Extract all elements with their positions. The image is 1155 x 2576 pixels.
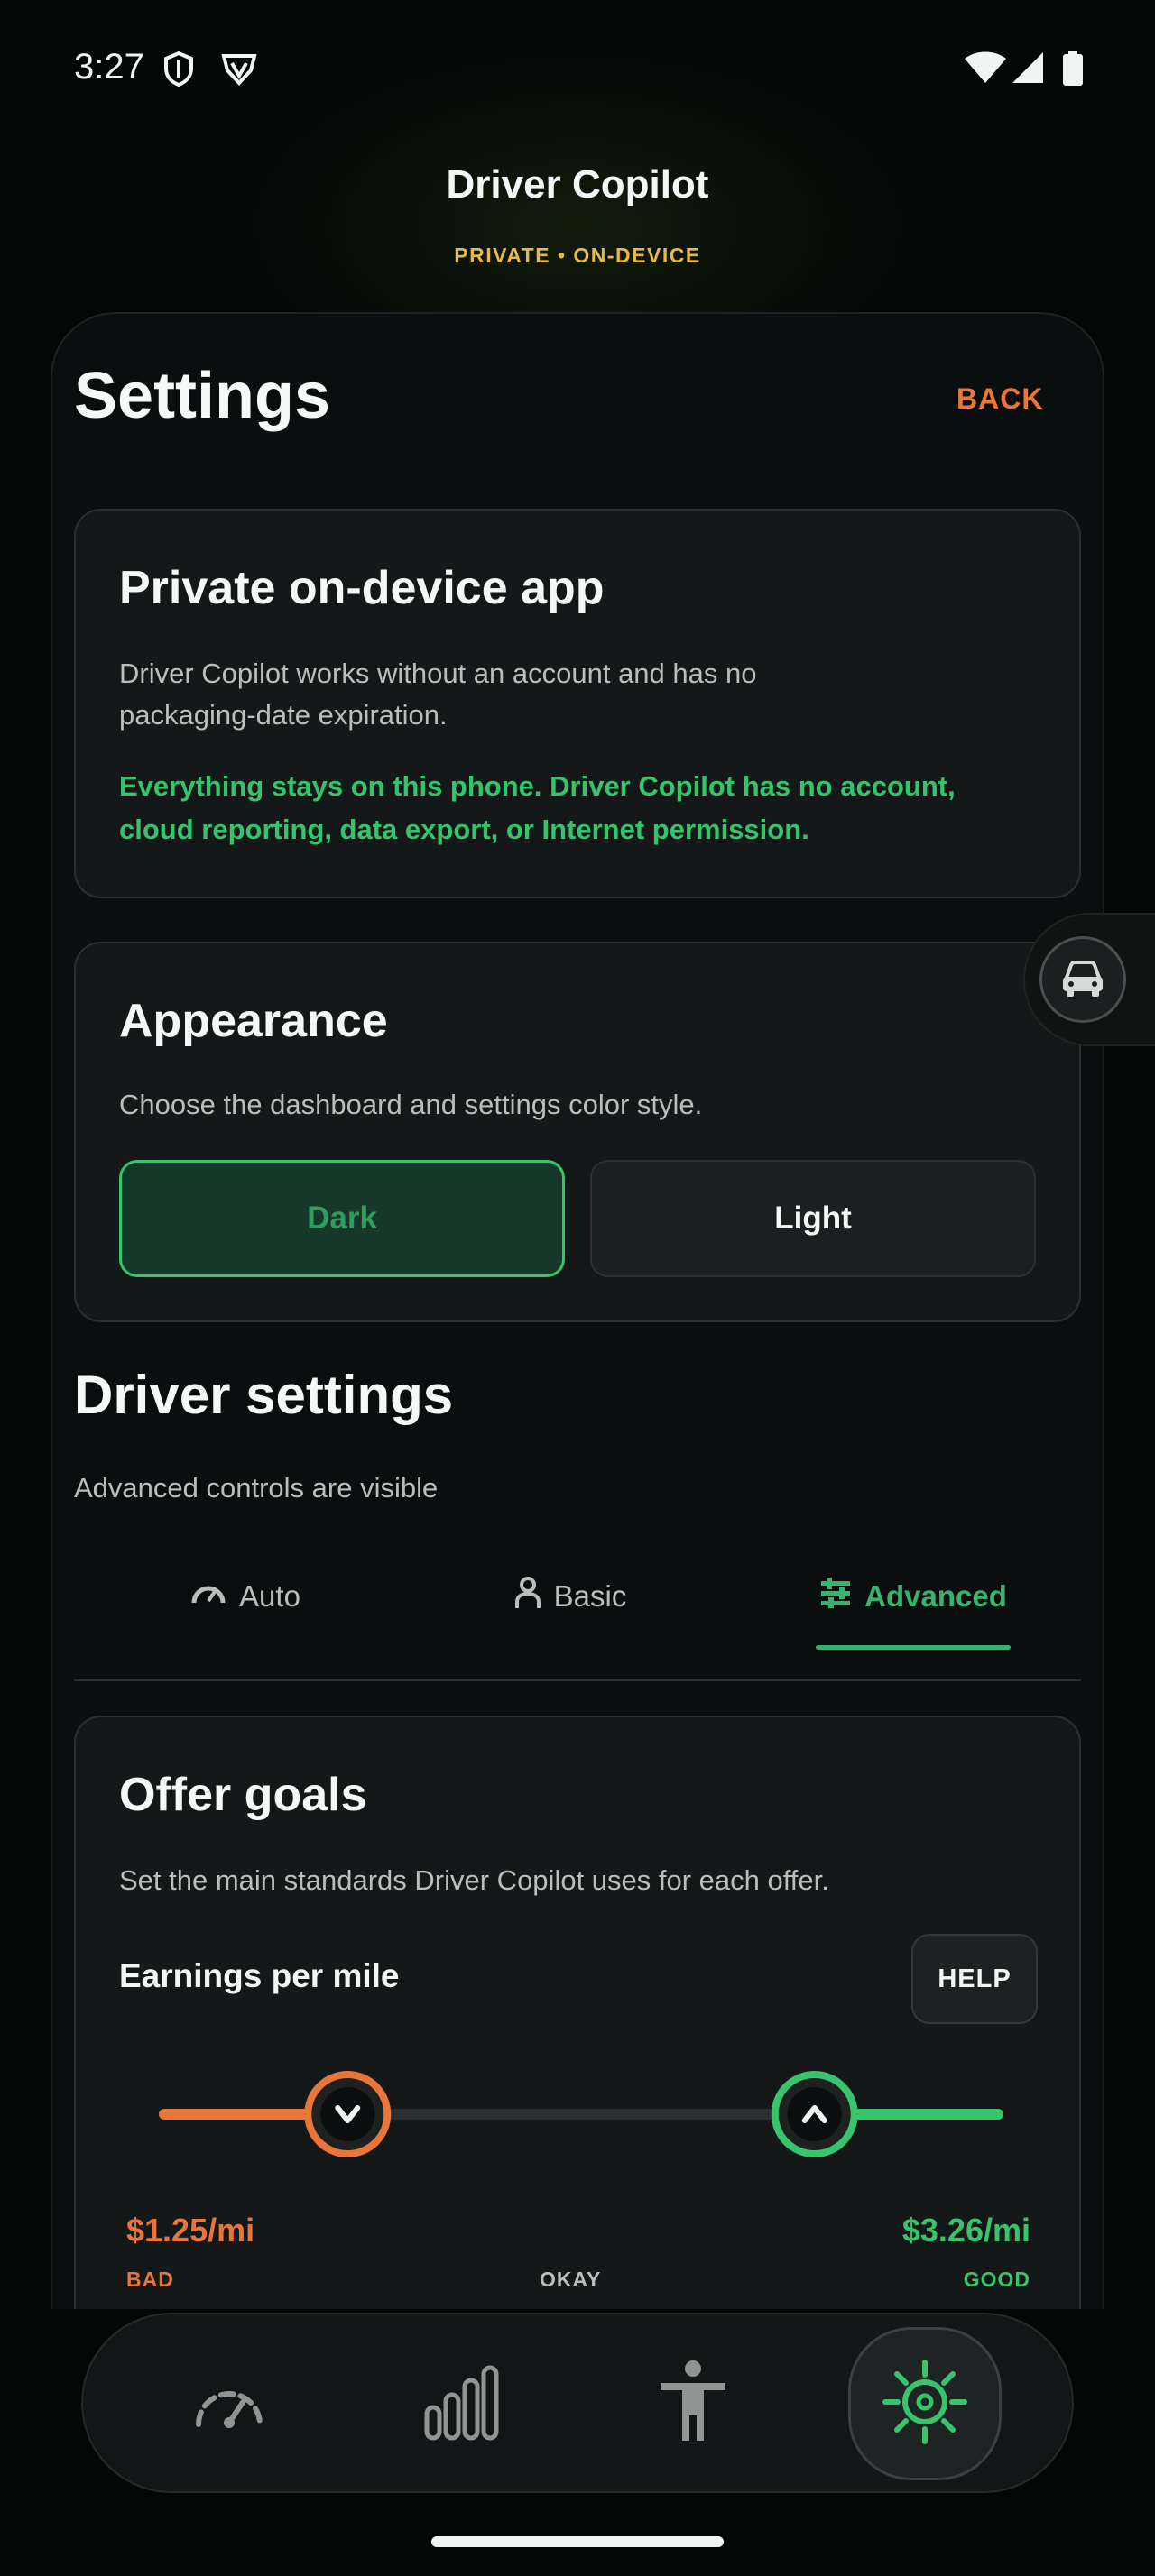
bad-threshold-handle[interactable] [304,2071,392,2157]
accessibility-icon[interactable] [630,2340,756,2466]
appearance-description: Choose the dashboard and settings color … [119,1089,703,1120]
stats-icon[interactable] [399,2340,525,2466]
bad-label: BAD [126,2268,174,2291]
appearance-card: Appearance Choose the dashboard and sett… [74,942,1081,1322]
appearance-title: Appearance [119,995,388,1047]
settings-nav-button[interactable] [848,2327,1002,2480]
good-label: GOOD [963,2268,1030,2291]
app-title: Driver Copilot [446,162,709,207]
dashboard-icon[interactable] [166,2340,292,2466]
sliders-icon [819,1578,852,1615]
speedometer-icon [190,1579,226,1614]
offer-goals-card: Offer goals Set the main standards Drive… [74,1716,1081,2401]
tab-auto[interactable]: Auto [146,1559,345,1634]
tab-basic-label: Basic [553,1579,627,1613]
bad-threshold-value: $1.25/mi [126,2212,255,2249]
vpn-icon [220,51,258,91]
privacy-card-title: Private on-device app [119,562,605,614]
theme-dark-button[interactable]: Dark [119,1160,565,1277]
driver-mode-tabs: Auto Basic Advanced [74,1562,1081,1681]
privacy-card: Private on-device app Driver Copilot wor… [74,509,1081,898]
theme-light-button[interactable]: Light [590,1160,1036,1277]
status-bar: 3:27 [0,0,1155,135]
signal-icon [1011,51,1045,89]
privacy-highlight-line2: cloud reporting, data export, or Interne… [119,814,809,845]
app-subtitle: PRIVATE • ON-DEVICE [454,244,701,267]
battery-icon [1061,51,1085,91]
tab-advanced[interactable]: Advanced [805,1559,1021,1634]
earnings-per-mile-label: Earnings per mile [119,1957,400,1994]
active-tab-indicator [816,1645,1011,1650]
driver-settings-title: Driver settings [74,1365,454,1425]
tab-advanced-label: Advanced [864,1579,1007,1613]
car-icon[interactable] [1040,936,1126,1023]
good-threshold-value: $3.26/mi [901,2212,1030,2249]
offer-goals-title: Offer goals [119,1769,367,1821]
person-icon [514,1577,541,1616]
offer-goals-description: Set the main standards Driver Copilot us… [119,1864,829,1896]
tab-auto-label: Auto [239,1579,300,1613]
okay-label: OKAY [540,2268,602,2291]
home-indicator[interactable] [431,2536,724,2547]
status-time: 3:27 [74,47,144,87]
wifi-icon [964,51,1007,89]
driver-settings-subtitle: Advanced controls are visible [74,1472,439,1504]
tab-basic[interactable]: Basic [471,1559,670,1634]
settings-icon [882,2359,968,2450]
help-button[interactable]: HELP [911,1934,1038,2024]
privacy-card-line2: packaging-date expiration. [119,699,448,731]
privacy-card-line1: Driver Copilot works without an account … [119,658,757,689]
earnings-range-slider[interactable] [157,2069,1005,2159]
back-button[interactable]: BACK [956,382,1043,416]
good-threshold-handle[interactable] [771,2071,858,2157]
shield-icon [162,51,195,91]
privacy-highlight-line1: Everything stays on this phone. Driver C… [119,770,956,802]
page-title: Settings [74,360,331,432]
